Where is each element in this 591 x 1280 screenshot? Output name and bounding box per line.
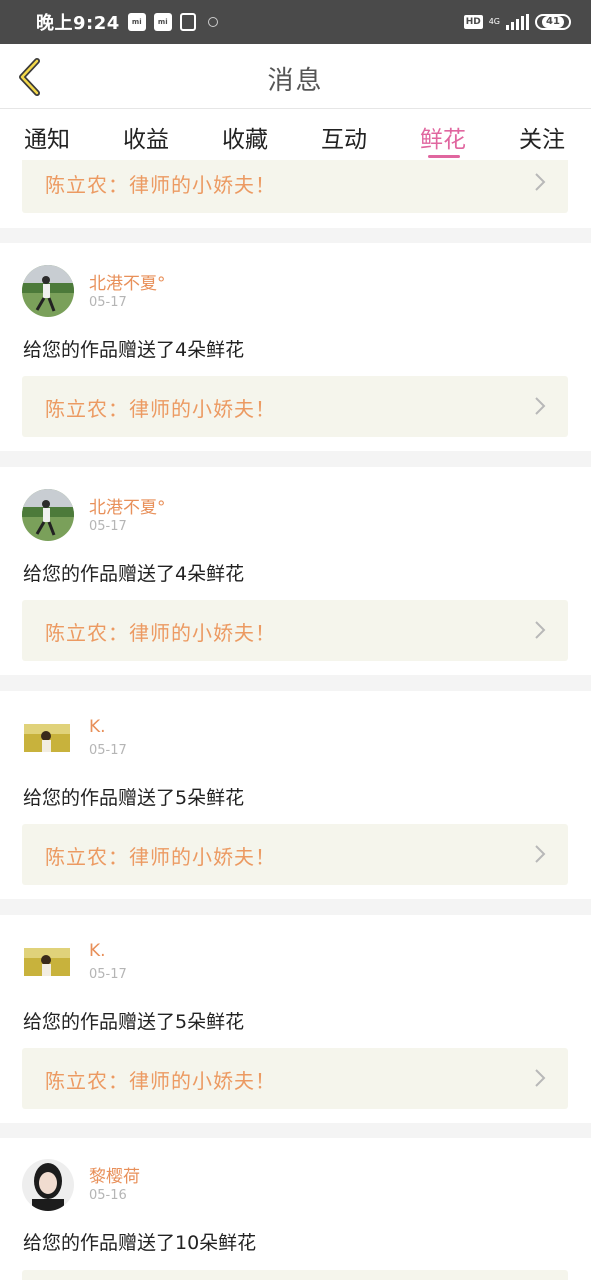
work-title: 陈立农：律师的小娇夫！: [45, 1069, 276, 1093]
tab-earnings[interactable]: 收益: [123, 120, 169, 154]
message-date: 05-17: [89, 295, 127, 310]
tab-interaction[interactable]: 互动: [321, 120, 367, 154]
message-text: 给您的作品赠送了4朵鲜花: [23, 339, 245, 361]
work-title: 陈立农：律师的小娇夫！: [45, 845, 276, 869]
signal-icon: [506, 14, 529, 30]
username[interactable]: K.: [89, 941, 106, 961]
chevron-right-icon: [535, 1069, 546, 1087]
message-feed[interactable]: 陈立农：律师的小娇夫！ 北港不夏° 05-17 给您的作品赠送了4朵鲜花 陈立农…: [0, 160, 591, 1280]
message-card: 北港不夏° 05-17 给您的作品赠送了4朵鲜花 陈立农：律师的小娇夫！: [0, 467, 591, 675]
battery-icon: 41: [535, 14, 571, 30]
chevron-right-icon: [535, 621, 546, 639]
clock-app-icon: [179, 13, 196, 31]
username[interactable]: 北港不夏°: [89, 493, 166, 518]
work-link[interactable]: 陈立农：律师的小娇夫！: [22, 824, 568, 885]
avatar[interactable]: [24, 948, 70, 976]
network-type: 4G: [488, 17, 500, 26]
message-card: 黎樱荷 05-16 给您的作品赠送了10朵鲜花: [0, 1138, 591, 1280]
status-bar: 晚上9:24 mi mi HD 4G 41: [0, 0, 591, 44]
work-link[interactable]: 陈立农：律师的小娇夫！: [22, 600, 568, 661]
tab-favorites[interactable]: 收藏: [222, 120, 268, 154]
mi-app-icon: mi: [127, 13, 146, 31]
work-title: 陈立农：律师的小娇夫！: [45, 173, 276, 197]
hd-badge: HD: [463, 15, 483, 29]
message-text: 给您的作品赠送了5朵鲜花: [23, 1011, 245, 1033]
avatar[interactable]: [24, 724, 70, 752]
work-link[interactable]: 陈立农：律师的小娇夫！: [22, 1048, 568, 1109]
active-tab-indicator: [428, 155, 460, 158]
work-link[interactable]: 陈立农：律师的小娇夫！: [22, 376, 568, 437]
message-date: 05-17: [89, 519, 127, 534]
username[interactable]: 北港不夏°: [89, 269, 166, 294]
avatar[interactable]: [22, 265, 74, 317]
username[interactable]: 黎樱荷: [89, 1162, 140, 1187]
tab-notice[interactable]: 通知: [24, 120, 70, 154]
message-card: K. 05-17 给您的作品赠送了5朵鲜花 陈立农：律师的小娇夫！: [0, 691, 591, 899]
message-text: 给您的作品赠送了4朵鲜花: [23, 563, 245, 585]
avatar[interactable]: [22, 1159, 74, 1211]
message-date: 05-16: [89, 1188, 127, 1203]
status-time: 晚上9:24: [36, 13, 120, 34]
tab-follow[interactable]: 关注: [519, 120, 565, 154]
message-card: 陈立农：律师的小娇夫！: [0, 160, 591, 228]
work-link[interactable]: [22, 1270, 568, 1280]
message-text: 给您的作品赠送了10朵鲜花: [23, 1232, 257, 1254]
work-title: 陈立农：律师的小娇夫！: [45, 621, 276, 645]
chevron-right-icon: [535, 397, 546, 415]
message-card: 北港不夏° 05-17 给您的作品赠送了4朵鲜花 陈立农：律师的小娇夫！: [0, 243, 591, 451]
avatar[interactable]: [22, 489, 74, 541]
battery-level: 41: [542, 16, 564, 28]
sync-icon: [207, 17, 218, 27]
message-date: 05-17: [89, 967, 127, 982]
work-title: 陈立农：律师的小娇夫！: [45, 397, 276, 421]
work-link[interactable]: 陈立农：律师的小娇夫！: [22, 160, 568, 213]
message-text: 给您的作品赠送了5朵鲜花: [23, 787, 245, 809]
chevron-right-icon: [535, 845, 546, 863]
tab-bar: 通知 收益 收藏 互动 鲜花 关注: [0, 110, 591, 160]
page-title: 消息: [267, 66, 324, 96]
username[interactable]: K.: [89, 717, 106, 737]
top-navbar: 消息: [0, 44, 591, 109]
mi-app-icon: mi: [153, 13, 172, 31]
chevron-right-icon: [535, 173, 546, 191]
tab-flowers[interactable]: 鲜花: [420, 120, 466, 154]
message-date: 05-17: [89, 743, 127, 758]
message-card: K. 05-17 给您的作品赠送了5朵鲜花 陈立农：律师的小娇夫！: [0, 915, 591, 1123]
notification-icons: mi mi: [127, 13, 218, 31]
